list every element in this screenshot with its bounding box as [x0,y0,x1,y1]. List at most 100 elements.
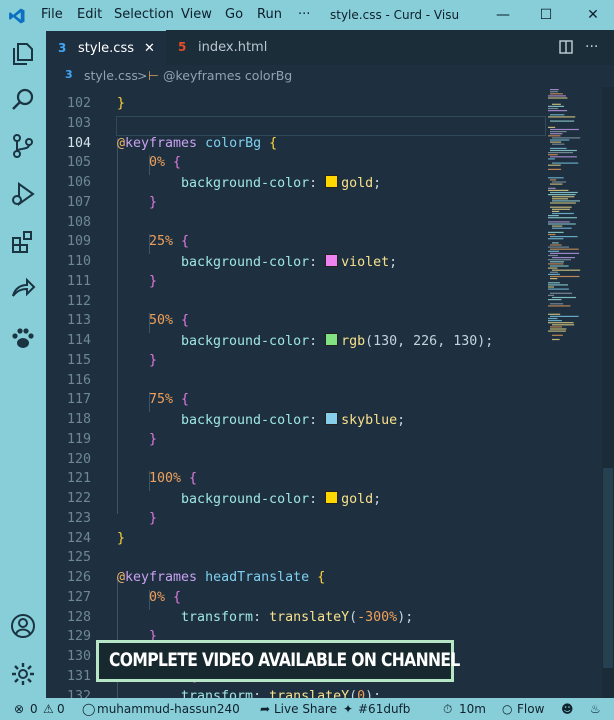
promo-banner: COMPLETE VIDEO AVAILABLE ON CHANNEL [96,640,460,682]
tab-label: style.css [78,41,134,56]
error-count[interactable]: 0 [30,698,38,720]
split-editor-icon[interactable] [559,40,573,54]
breadcrumb-file[interactable]: style.css [84,68,138,83]
line-number: 118 [66,412,91,427]
minimize-icon[interactable]: — [488,0,518,30]
notifications-bell-icon[interactable]: ♨ [590,698,601,720]
tab-style-css[interactable]: 3 style.css ✕ [46,30,166,65]
flow-status[interactable]: Flow [517,698,544,720]
menu-selection[interactable]: Selection [114,0,174,30]
line-number: 124 [66,530,91,546]
paw-extension-icon[interactable] [9,324,37,352]
code-line: } [149,194,158,210]
close-window-icon[interactable]: ✕ [578,0,608,30]
line-number: 119 [66,431,91,447]
menu-run[interactable]: Run [257,0,282,30]
code-line: background-color: gold; [181,175,382,191]
errors-icon[interactable]: ⊗ [14,698,24,720]
line-number: 116 [66,372,91,388]
promo-banner-text: COMPLETE VIDEO AVAILABLE ON CHANNEL [109,649,460,671]
tab-index-html[interactable]: 5 index.html [166,30,286,65]
commit-status[interactable]: #61dufb [358,698,410,720]
menu-go[interactable]: Go [225,0,243,30]
line-number: 120 [66,451,91,467]
menu-edit[interactable]: Edit [77,0,102,30]
line-number: 110 [66,254,91,269]
color-swatch[interactable] [325,491,339,504]
feedback-icon[interactable]: ☻ [561,698,574,720]
line-number: 126 [66,570,91,585]
vscode-logo-icon [9,8,25,24]
line-number: 125 [66,550,91,566]
line-number: 129 [66,629,91,645]
title-bar: File Edit Selection View Go Run ··· styl… [0,0,614,30]
line-number: 109 [66,234,91,250]
menu-more[interactable]: ··· [298,0,310,30]
color-swatch[interactable] [325,333,339,346]
live-share-status[interactable]: Live Share [274,698,337,720]
indent-guide [117,138,118,514]
code-line: 0% { [149,589,182,605]
live-share-status-icon: ➦ [260,702,271,716]
search-icon[interactable] [9,86,37,114]
account-status-icon: ◯ [82,702,96,716]
line-number: 131 [66,668,91,684]
line-number: 102 [66,96,91,111]
code-line: } [117,530,126,546]
line-number: 106 [66,175,91,190]
line-number: 111 [66,273,91,289]
code-line: } [117,96,126,111]
code-line: transform: translateY(0); [181,688,382,699]
account-status[interactable]: muhammud-hassun240 [97,698,240,720]
line-number: 123 [66,510,91,526]
maximize-icon[interactable]: ☐ [531,0,561,30]
menu-view[interactable]: View [181,0,212,30]
time-status[interactable]: 10m [459,698,486,720]
warning-count[interactable]: 0 [57,698,65,720]
code-line: 25% { [149,234,190,250]
code-line: 0% { [149,155,182,171]
settings-gear-icon[interactable] [9,660,37,688]
breadcrumb-symbol[interactable]: @keyframes colorBg [163,68,292,83]
close-tab-icon[interactable]: ✕ [144,31,155,66]
code-line: @keyframes headTranslate { [117,570,326,585]
scrollbar-thumb[interactable] [603,468,613,668]
breadcrumb-separator: > [137,68,148,83]
line-number: 127 [66,589,91,605]
minimap[interactable] [546,87,602,698]
line-number: 112 [66,293,91,309]
code-line: background-color: violet; [181,254,398,270]
line-number: 103 [66,115,91,131]
code-line: background-color: skyblue; [181,412,406,428]
flow-icon: ○ [502,702,513,716]
more-actions-icon[interactable]: ··· [585,30,598,65]
color-swatch[interactable] [325,175,339,188]
editor-tabs: 3 style.css ✕ 5 index.html ··· [46,30,614,65]
color-swatch[interactable] [325,412,339,425]
breadcrumb: 3 style.css > ⊢ @keyframes colorBg [46,65,614,87]
current-line-highlight [116,116,546,136]
live-share-icon[interactable] [9,276,37,304]
line-number: 104 [66,135,91,151]
warnings-icon[interactable]: ⚠ [43,698,54,720]
line-number: 130 [66,649,91,664]
extensions-icon[interactable] [9,228,37,256]
code-line: @keyframes colorBg { [117,135,278,151]
activity-bar [0,30,46,698]
source-control-icon[interactable] [9,132,37,160]
css-file-icon: 3 [58,41,67,55]
account-icon[interactable] [9,612,37,640]
code-editor[interactable]: 102 103 104 105 106 107 108 109 110 111 112 113 114 1… [46,87,546,698]
code-line: 50% { [149,313,190,329]
code-line: transform: translateY(-300%); [181,609,414,625]
vertical-scrollbar[interactable] [602,87,614,698]
code-line: 100% { [149,471,198,487]
color-swatch[interactable] [325,254,339,267]
status-bar: ⊗ 0 ⚠ 0 ◯ muhammud-hassun240 ➦ Live Shar… [0,698,614,720]
run-debug-icon[interactable] [9,180,37,208]
explorer-icon[interactable] [9,40,37,68]
menu-file[interactable]: File [41,0,63,30]
code-line: } [149,431,158,447]
line-number: 114 [66,333,91,348]
code-line: } [149,352,158,368]
